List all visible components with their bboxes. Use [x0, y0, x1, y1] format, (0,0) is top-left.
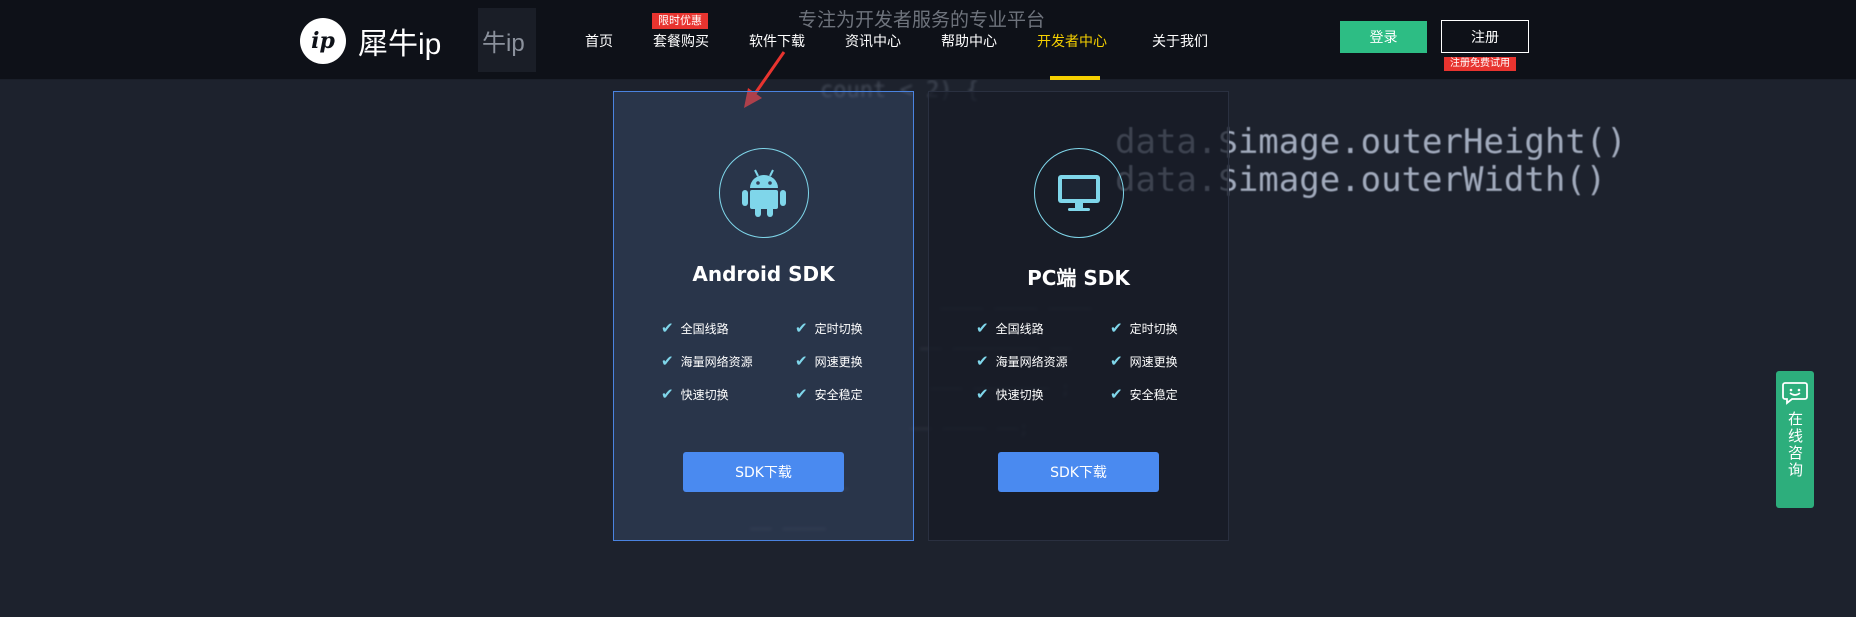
- nav-developer-center[interactable]: 开发者中心: [1037, 31, 1107, 51]
- card-title: Android SDK: [692, 262, 835, 286]
- feature-item: ✔ 网速更换: [1110, 352, 1178, 370]
- check-icon: ✔: [661, 319, 674, 337]
- pc-sdk-download-button[interactable]: SDK下载: [998, 452, 1159, 492]
- feature-item: ✔ 快速切换: [661, 385, 729, 403]
- feature-item: ✔ 定时切换: [795, 319, 863, 337]
- nav-help-center[interactable]: 帮助中心: [941, 31, 997, 51]
- feature-item: ✔ 快速切换: [976, 385, 1044, 403]
- online-consult-button[interactable]: 在线咨询: [1776, 371, 1814, 508]
- logo[interactable]: ip 犀牛ip: [300, 10, 478, 72]
- check-icon: ✔: [661, 385, 674, 403]
- top-header: ip 犀牛ip 牛ip 专注为开发者服务的专业平台 首页 套餐购买 限时优惠 软…: [0, 0, 1856, 80]
- check-icon: ✔: [661, 352, 674, 370]
- active-nav-indicator: [1050, 76, 1100, 80]
- tagline: 专注为开发者服务的专业平台: [798, 9, 1046, 31]
- check-icon: ✔: [1110, 319, 1123, 337]
- feature-item: ✔ 安全稳定: [1110, 385, 1178, 403]
- online-consult-label: 在线咨询: [1786, 411, 1804, 479]
- free-trial-badge: 注册免费试用: [1444, 57, 1516, 71]
- feature-item: ✔ 安全稳定: [795, 385, 863, 403]
- feature-item: ✔ 定时切换: [1110, 319, 1178, 337]
- android-sdk-download-button[interactable]: SDK下载: [683, 452, 844, 492]
- check-icon: ✔: [976, 352, 989, 370]
- login-button[interactable]: 登录: [1340, 21, 1427, 53]
- card-title: PC端 SDK: [1027, 266, 1130, 290]
- register-button[interactable]: 注册: [1441, 20, 1529, 53]
- feature-item: ✔ 全国线路: [661, 319, 729, 337]
- check-icon: ✔: [1110, 385, 1123, 403]
- check-icon: ✔: [976, 385, 989, 403]
- nav-about-us[interactable]: 关于我们: [1152, 31, 1208, 51]
- logo-ghost-image: 牛ip: [478, 8, 536, 72]
- limited-offer-badge: 限时优惠: [652, 13, 708, 29]
- nav-home[interactable]: 首页: [585, 31, 613, 51]
- feature-item: ✔ 全国线路: [976, 319, 1044, 337]
- feature-item: ✔ 海量网络资源: [661, 352, 753, 370]
- logo-text: 犀牛ip: [358, 28, 442, 61]
- nav-news-center[interactable]: 资讯中心: [845, 31, 901, 51]
- check-icon: ✔: [795, 385, 808, 403]
- nav-package-purchase[interactable]: 套餐购买: [653, 31, 709, 51]
- rhino-logo-icon: ip: [300, 18, 346, 64]
- check-icon: ✔: [795, 352, 808, 370]
- check-icon: ✔: [1110, 352, 1123, 370]
- chat-icon: [1782, 382, 1808, 405]
- android-icon: [719, 148, 809, 238]
- feature-item: ✔ 海量网络资源: [976, 352, 1068, 370]
- android-sdk-card: Android SDK ✔ 全国线路 ✔ 定时切换 ✔ 海量网络资源 ✔ 网速更换 ✔ 快…: [613, 91, 914, 541]
- feature-item: ✔ 网速更换: [795, 352, 863, 370]
- check-icon: ✔: [976, 319, 989, 337]
- check-icon: ✔: [795, 319, 808, 337]
- pc-sdk-card: PC端 SDK ✔ 全国线路 ✔ 定时切换 ✔ 海量网络资源 ✔ 网速更换 ✔ 快速切换 …: [928, 91, 1229, 541]
- monitor-icon: [1034, 148, 1124, 238]
